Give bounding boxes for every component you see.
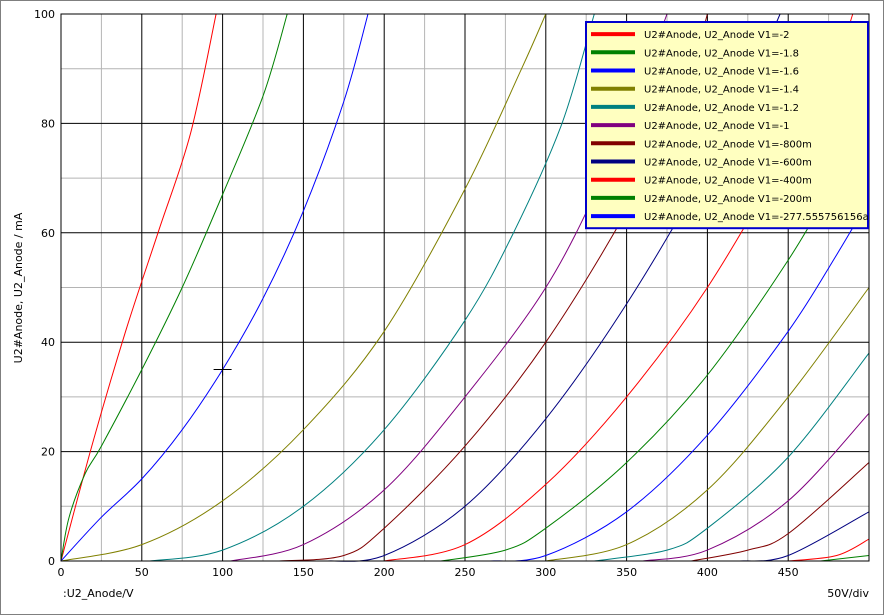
- series-line: [820, 555, 870, 562]
- series-line: [691, 462, 870, 562]
- legend[interactable]: U2#Anode, U2_Anode V1=-2 U2#Anode, U2_Ano…: [585, 21, 869, 230]
- x-scale-note: 50V/div: [827, 587, 869, 600]
- x-tick-label: 0: [58, 566, 65, 579]
- x-tick-label: 300: [535, 566, 556, 579]
- x-tick-label: 100: [212, 566, 233, 579]
- x-tick-label: 200: [374, 566, 395, 579]
- series-line: [739, 511, 870, 562]
- legend-entry: U2#Anode, U2_Anode V1=-800m: [644, 139, 812, 150]
- x-tick-label: 450: [778, 566, 799, 579]
- x-tick-label: 350: [616, 566, 637, 579]
- y-axis-label: U2#Anode, U2_Anode / mA: [12, 212, 25, 363]
- y-tick-label: 80: [41, 117, 55, 130]
- legend-entry: U2#Anode, U2_Anode V1=-1.4: [644, 85, 799, 96]
- y-axis-ticks: 0 20 40 60 80 100: [34, 8, 55, 568]
- legend-entry: U2#Anode, U2_Anode V1=-400m: [644, 176, 812, 187]
- x-tick-label: 400: [697, 566, 718, 579]
- x-tick-label: 250: [455, 566, 476, 579]
- y-tick-label: 40: [41, 336, 55, 349]
- x-axis-ticks: 0 50 100 150 200 250 300 350 400 450: [58, 566, 799, 579]
- x-axis-label: :U2_Anode/V: [63, 587, 134, 600]
- chart-window: 0 50 100 150 200 250 300 350 400 450 0 20 40 60 80 100…: [0, 0, 884, 615]
- series-line: [594, 352, 870, 562]
- x-tick-label: 50: [135, 566, 149, 579]
- legend-entry: U2#Anode, U2_Anode V1=-1.2: [644, 103, 799, 114]
- legend-entry: U2#Anode, U2_Anode V1=-1.8: [644, 48, 799, 59]
- cursor-marker[interactable]: [213, 363, 232, 376]
- legend-entry: U2#Anode, U2_Anode V1=-2: [644, 30, 789, 41]
- line-chart: 0 50 100 150 200 250 300 350 400 450 0 20 40 60 80 100…: [12, 8, 870, 600]
- y-tick-label: 20: [41, 446, 55, 459]
- y-tick-label: 60: [41, 227, 55, 240]
- x-tick-label: 150: [293, 566, 314, 579]
- y-tick-label: 100: [34, 8, 55, 21]
- legend-entry: U2#Anode, U2_Anode V1=-600m: [644, 158, 812, 169]
- y-tick-label: 0: [48, 555, 55, 568]
- legend-entry: U2#Anode, U2_Anode V1=-200m: [644, 194, 812, 205]
- legend-entry: U2#Anode, U2_Anode V1=-1: [644, 121, 789, 132]
- legend-entry: U2#Anode, U2_Anode V1=-277.555756156a: [644, 212, 869, 223]
- series-line: [642, 412, 870, 562]
- legend-entry: U2#Anode, U2_Anode V1=-1.6: [644, 67, 799, 78]
